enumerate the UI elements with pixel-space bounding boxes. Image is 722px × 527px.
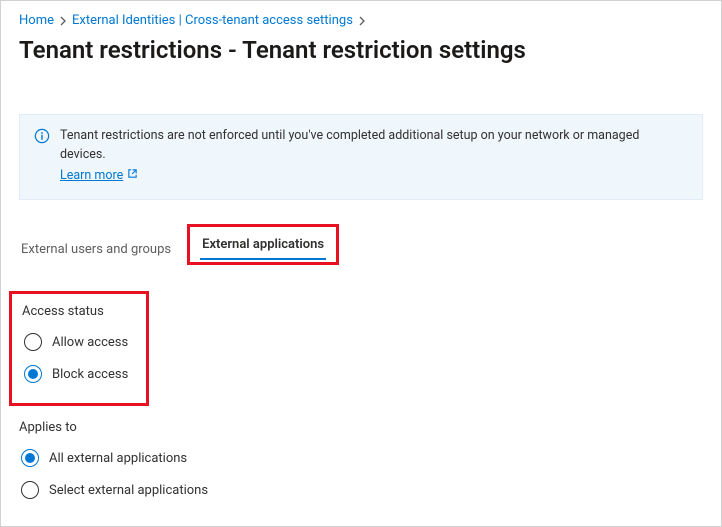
highlight-external-apps: External applications	[187, 224, 339, 265]
applies-to-radio-group: All external applications Select externa…	[21, 449, 703, 499]
chevron-right-icon	[357, 16, 367, 26]
info-icon	[34, 128, 50, 148]
radio-all-external-apps[interactable]: All external applications	[21, 449, 703, 467]
radio-block-label: Block access	[52, 367, 128, 382]
radio-all-label: All external applications	[49, 451, 187, 466]
learn-more-link[interactable]: Learn more	[60, 167, 138, 186]
info-banner: Tenant restrictions are not enforced unt…	[19, 114, 703, 200]
breadcrumb-home[interactable]: Home	[19, 13, 54, 28]
radio-select-external-apps[interactable]: Select external applications	[21, 481, 703, 499]
tabs: External users and groups External appli…	[19, 224, 703, 265]
applies-to-section: Applies to All external applications Sel…	[19, 420, 703, 499]
access-status-radio-group: Allow access Block access	[24, 333, 128, 383]
tab-external-users[interactable]: External users and groups	[19, 238, 173, 265]
chevron-right-icon	[58, 16, 68, 26]
radio-circle-icon	[21, 449, 39, 467]
radio-circle-icon	[24, 333, 42, 351]
radio-circle-icon	[21, 481, 39, 499]
breadcrumb-external-identities[interactable]: External Identities | Cross-tenant acces…	[72, 13, 353, 28]
radio-allow-label: Allow access	[52, 335, 128, 350]
radio-circle-icon	[24, 365, 42, 383]
external-link-icon	[127, 167, 138, 186]
radio-block-access[interactable]: Block access	[24, 365, 128, 383]
access-status-label: Access status	[22, 304, 128, 319]
radio-select-label: Select external applications	[49, 483, 208, 498]
highlight-access-status: Access status Allow access Block access	[9, 291, 149, 406]
page-title: Tenant restrictions - Tenant restriction…	[19, 36, 703, 64]
learn-more-label: Learn more	[60, 167, 123, 186]
radio-allow-access[interactable]: Allow access	[24, 333, 128, 351]
applies-to-label: Applies to	[19, 420, 703, 435]
breadcrumb: Home External Identities | Cross-tenant …	[19, 13, 703, 28]
info-message: Tenant restrictions are not enforced unt…	[60, 128, 639, 162]
tab-external-applications[interactable]: External applications	[200, 233, 326, 260]
